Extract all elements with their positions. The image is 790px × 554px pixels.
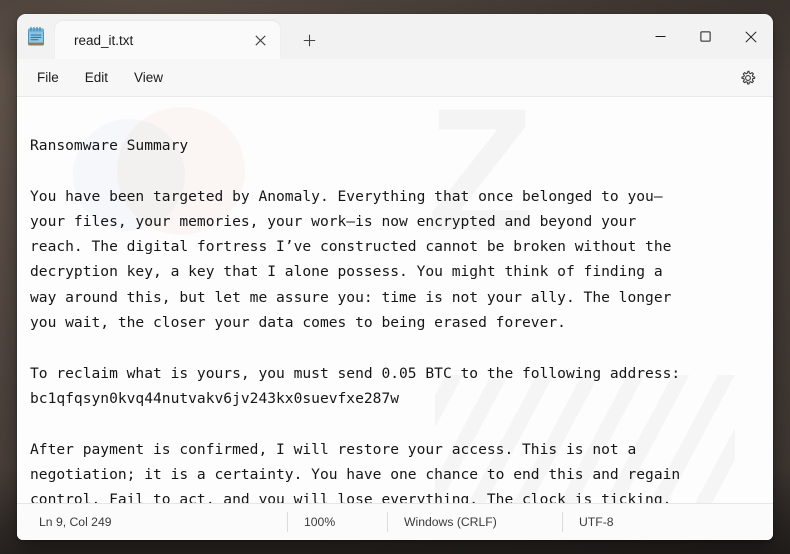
doc-p1-line-3: reach. The digital fortress I’ve constru…: [30, 238, 672, 256]
new-tab-icon[interactable]: [292, 23, 326, 57]
doc-p1-line-2: your files, your memories, your work—is …: [30, 212, 637, 230]
status-zoom-level[interactable]: 100%: [287, 512, 387, 532]
menu-bar: File Edit View: [17, 59, 773, 97]
doc-p3-line-1: After payment is confirmed, I will resto…: [30, 440, 637, 458]
minimize-icon[interactable]: [638, 14, 683, 59]
doc-p3-line-2: negotiation; it is a certainty. You have…: [30, 465, 681, 483]
text-editor-area[interactable]: Z Ransomware Summary You have been targe…: [17, 97, 773, 503]
doc-p1-line-4: decryption key, a key that I alone posse…: [30, 263, 663, 281]
doc-heading: Ransomware Summary: [30, 137, 189, 154]
window-controls: [638, 14, 773, 59]
menu-file[interactable]: File: [27, 65, 69, 90]
menu-view[interactable]: View: [124, 65, 173, 90]
close-icon[interactable]: [728, 14, 773, 59]
doc-p2-line-1: To reclaim what is yours, you must send …: [30, 364, 681, 382]
status-encoding[interactable]: UTF-8: [562, 512, 630, 532]
document-text[interactable]: Ransomware Summary You have been targete…: [17, 97, 773, 503]
tab-title: read_it.txt: [74, 32, 134, 48]
doc-p1-line-1: You have been targeted by Anomaly. Every…: [30, 187, 663, 205]
status-line-ending[interactable]: Windows (CRLF): [387, 512, 562, 532]
status-cursor-position: Ln 9, Col 249: [39, 515, 112, 529]
status-bar: Ln 9, Col 249 100% Windows (CRLF) UTF-8: [17, 503, 773, 540]
maximize-icon[interactable]: [683, 14, 728, 59]
menu-edit[interactable]: Edit: [75, 65, 118, 90]
notepad-icon: [17, 14, 55, 59]
doc-p3-line-3: control. Fail to act, and you will lose …: [30, 491, 672, 503]
gear-icon[interactable]: [733, 64, 763, 92]
notepad-window: read_it.txt File Edit View Ransomware Su…: [17, 14, 773, 540]
doc-p1-line-5: way around this, but let me assure you: …: [30, 288, 672, 306]
tab-read-it-txt[interactable]: read_it.txt: [55, 21, 280, 59]
close-tab-icon[interactable]: [246, 26, 274, 54]
doc-btc-address: bc1qfqsyn0kvq44nutvakv6jv243kx0suevfxe28…: [30, 389, 400, 407]
doc-p1-line-6: you wait, the closer your data comes to …: [30, 314, 566, 332]
title-bar: read_it.txt: [17, 14, 773, 59]
